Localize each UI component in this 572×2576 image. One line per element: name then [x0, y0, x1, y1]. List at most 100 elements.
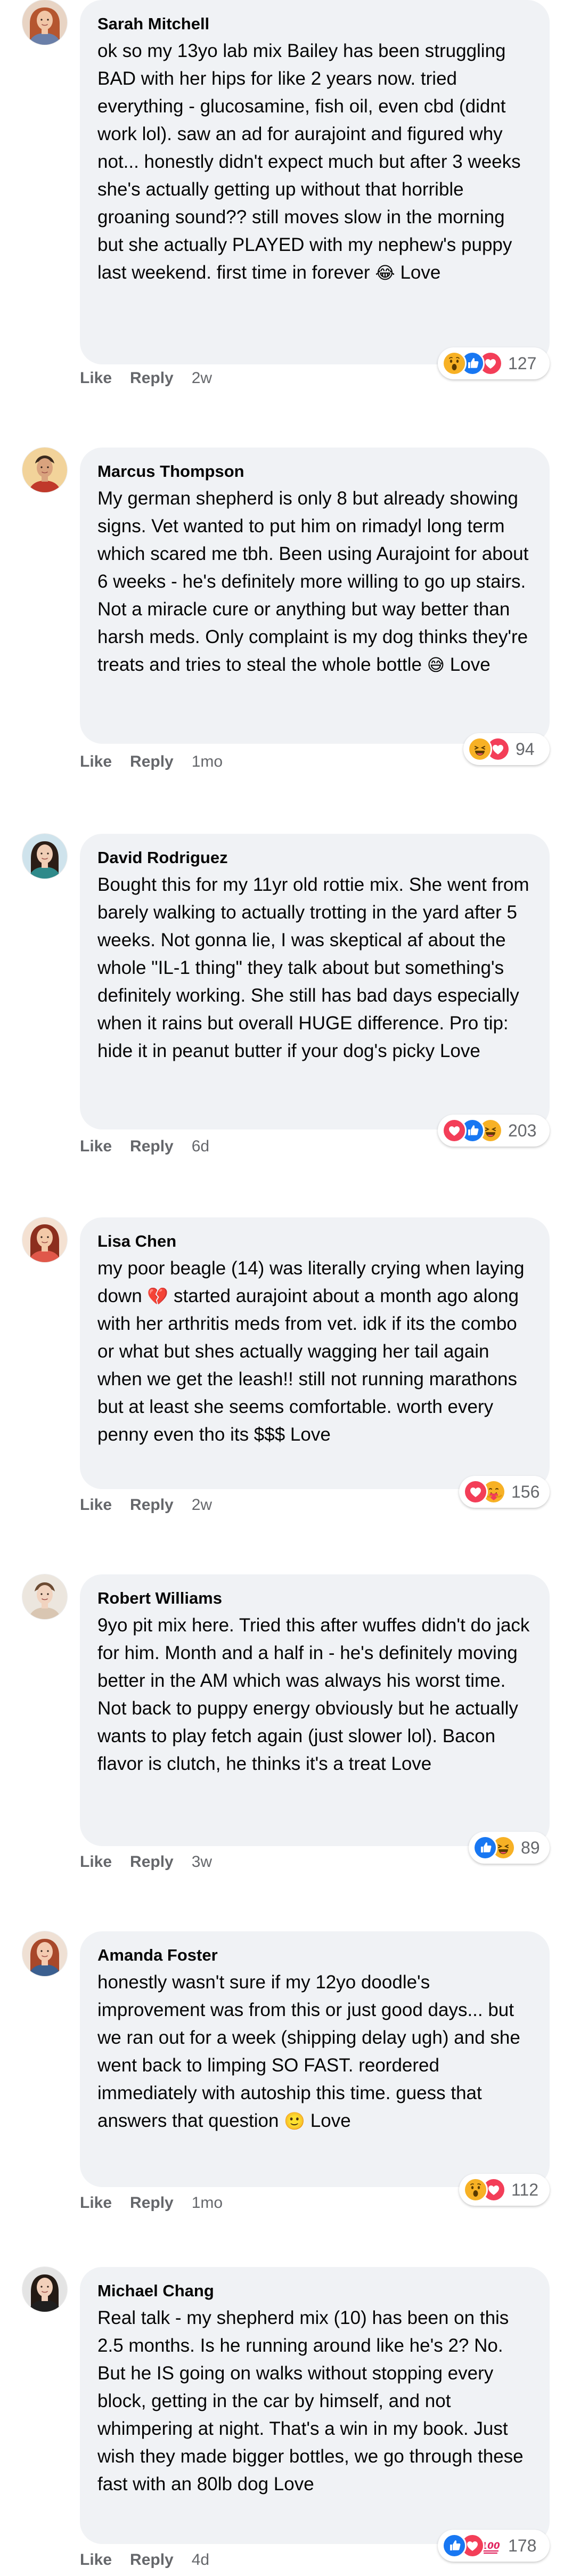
comment-timestamp[interactable]: 4d [192, 2549, 209, 2571]
avatar[interactable] [22, 1931, 67, 1976]
comment-text: 9yo pit mix here. Tried this after wuffe… [97, 1612, 532, 1778]
comment-bubble: David Rodriguez Bought this for my 11yr o… [80, 834, 550, 1129]
comment-author[interactable]: Michael Chang [97, 2280, 532, 2302]
reaction-summary[interactable]: 100 178 [438, 2530, 550, 2562]
like-button[interactable]: Like [80, 1494, 112, 1516]
comment-body: Bought this for my 11yr old rottie mix. … [97, 874, 529, 1061]
comment-bubble: Michael Chang Real talk - my shepherd mix… [80, 2267, 550, 2544]
love-reaction-icon [463, 1480, 488, 1504]
reaction-count: 127 [508, 353, 537, 373]
like-button[interactable]: Like [80, 1851, 112, 1873]
emoji: 😅 [427, 655, 445, 675]
reaction-summary[interactable]: 89 [469, 1832, 550, 1864]
comment-author[interactable]: Lisa Chen [97, 1230, 532, 1253]
reaction-count: 203 [508, 1120, 537, 1140]
comment-suffix: Love [450, 654, 491, 675]
wow-reaction-icon [442, 351, 467, 376]
comment-item: Michael Chang Real talk - my shepherd mix… [0, 2267, 572, 2576]
comment-actions: Like Reply 3w [80, 1851, 212, 1873]
reaction-summary[interactable]: 112 [459, 2174, 550, 2206]
reaction-count: 94 [516, 739, 535, 759]
emoji: 🙂 [284, 2111, 306, 2131]
like-button[interactable]: Like [80, 368, 112, 389]
reaction-icons: 100 [442, 2533, 503, 2558]
comment-timestamp[interactable]: 1mo [192, 751, 223, 773]
comment-item: David Rodriguez Bought this for my 11yr o… [0, 834, 572, 1163]
comment-body: Real talk - my shepherd mix (10) has bee… [97, 2307, 524, 2494]
reaction-icons [473, 1835, 516, 1860]
comment-author[interactable]: Amanda Foster [97, 1944, 532, 1966]
comment-actions: Like Reply 4d [80, 2549, 209, 2571]
comment-suffix: Love [400, 262, 441, 283]
comment-text: Real talk - my shepherd mix (10) has bee… [97, 2304, 532, 2498]
avatar[interactable] [22, 1574, 67, 1619]
like-button[interactable]: Like [80, 2549, 112, 2571]
comment-bubble: Robert Williams 9yo pit mix here. Tried t… [80, 1574, 550, 1846]
comment-text: Bought this for my 11yr old rottie mix. … [97, 871, 532, 1065]
comment-timestamp[interactable]: 3w [192, 1851, 212, 1873]
comment-body: ok so my 13yo lab mix Bailey has been st… [97, 40, 521, 283]
comment-author[interactable]: David Rodriguez [97, 847, 532, 869]
comment-text: My german shepherd is only 8 but already… [97, 485, 532, 679]
comment-item: Marcus Thompson My german shepherd is onl… [0, 448, 572, 778]
reply-button[interactable]: Reply [130, 1494, 174, 1516]
reply-button[interactable]: Reply [130, 1136, 174, 1157]
reaction-summary[interactable]: 94 [463, 733, 550, 765]
avatar[interactable] [22, 448, 67, 492]
comment-actions: Like Reply 1mo [80, 751, 223, 773]
comment-bubble: Amanda Foster honestly wasn't sure if my … [80, 1931, 550, 2187]
comment-text: my poor beagle (14) was literally crying… [97, 1255, 532, 1449]
comment-text: honestly wasn't sure if my 12yo doodle's… [97, 1969, 532, 2135]
comment-item: Lisa Chen my poor beagle (14) was literal… [0, 1217, 572, 1521]
comment-bubble: Lisa Chen my poor beagle (14) was literal… [80, 1217, 550, 1489]
comment-actions: Like Reply 6d [80, 1136, 209, 1157]
reaction-summary[interactable]: 156 [459, 1476, 550, 1508]
love-reaction-icon [442, 1118, 467, 1143]
like-reaction-icon [442, 2533, 467, 2558]
reply-button[interactable]: Reply [130, 751, 174, 773]
haha-reaction-icon [468, 737, 492, 761]
comment-author[interactable]: Sarah Mitchell [97, 13, 532, 35]
comment-body-continued: started aurajoint about a month ago alon… [97, 1286, 519, 1445]
reply-button[interactable]: Reply [130, 1851, 174, 1873]
comment-timestamp[interactable]: 6d [192, 1136, 209, 1157]
reaction-icons [442, 351, 503, 376]
comment-timestamp[interactable]: 2w [192, 368, 212, 389]
reaction-count: 112 [511, 2180, 539, 2199]
like-button[interactable]: Like [80, 751, 112, 773]
avatar[interactable] [22, 1217, 67, 1262]
comment-body: My german shepherd is only 8 but already… [97, 488, 529, 675]
like-button[interactable]: Like [80, 2192, 112, 2214]
reply-button[interactable]: Reply [130, 368, 174, 389]
reply-button[interactable]: Reply [130, 2549, 174, 2571]
comment-timestamp[interactable]: 1mo [192, 2192, 223, 2214]
avatar[interactable] [22, 0, 67, 45]
reaction-icons [442, 1118, 503, 1143]
comment-suffix: Love [310, 2110, 351, 2131]
comment-body: honestly wasn't sure if my 12yo doodle's… [97, 1972, 520, 2131]
avatar[interactable] [22, 2267, 67, 2312]
emoji: 😂 [375, 263, 395, 282]
wow-reaction-icon [463, 2177, 488, 2202]
comments-list: Sarah Mitchell ok so my 13yo lab mix Bail… [0, 0, 572, 2570]
comment-item: Amanda Foster honestly wasn't sure if my … [0, 1931, 572, 2219]
comment-author[interactable]: Marcus Thompson [97, 460, 532, 483]
comment-timestamp[interactable]: 2w [192, 1494, 212, 1516]
comment-author[interactable]: Robert Williams [97, 1587, 532, 1610]
comment-bubble: Sarah Mitchell ok so my 13yo lab mix Bail… [80, 0, 550, 364]
emoji: 💔 [147, 1287, 169, 1306]
comment-bubble: Marcus Thompson My german shepherd is onl… [80, 448, 550, 744]
comment-body: 9yo pit mix here. Tried this after wuffe… [97, 1615, 530, 1774]
avatar[interactable] [22, 834, 67, 879]
reaction-count: 89 [521, 1838, 540, 1857]
like-reaction-icon [473, 1835, 497, 1860]
reaction-icons [468, 737, 510, 761]
reaction-count: 156 [511, 1482, 540, 1501]
reply-button[interactable]: Reply [130, 2192, 174, 2214]
comment-text: ok so my 13yo lab mix Bailey has been st… [97, 37, 532, 287]
reaction-summary[interactable]: 203 [438, 1115, 550, 1147]
reaction-icons [463, 1480, 506, 1504]
reaction-summary[interactable]: 127 [438, 347, 550, 379]
comment-item: Robert Williams 9yo pit mix here. Tried t… [0, 1574, 572, 1878]
like-button[interactable]: Like [80, 1136, 112, 1157]
